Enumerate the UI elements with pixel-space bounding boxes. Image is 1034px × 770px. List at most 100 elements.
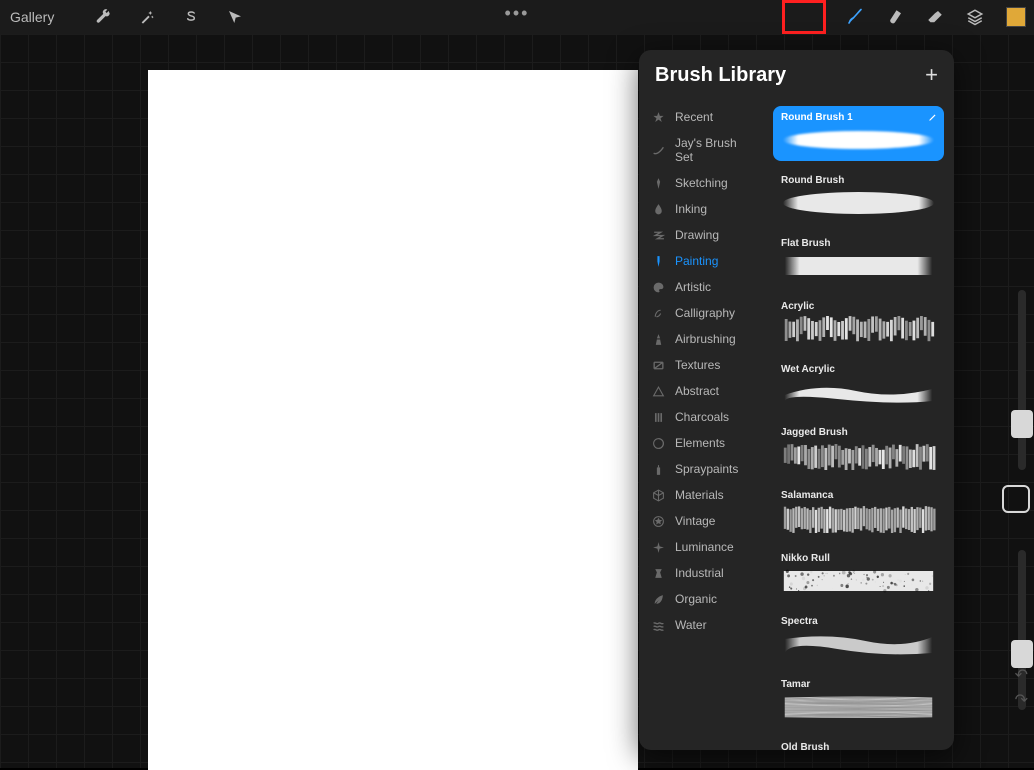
brush-category-drawing[interactable]: Drawing bbox=[639, 222, 769, 248]
brush-wet-acrylic[interactable]: Wet Acrylic bbox=[773, 358, 944, 413]
brush-category-luminance[interactable]: Luminance bbox=[639, 534, 769, 560]
brush-category-list[interactable]: Recent Jay's Brush Set Sketching Inking Draw… bbox=[639, 100, 769, 750]
redo-icon[interactable]: ↷ bbox=[1015, 690, 1028, 710]
brush-name-label: Flat Brush bbox=[781, 238, 936, 249]
industrial-icon bbox=[651, 566, 665, 580]
brush-acrylic[interactable]: Acrylic bbox=[773, 295, 944, 350]
brush-name-label: Jagged Brush bbox=[781, 427, 936, 438]
category-label: Water bbox=[675, 618, 707, 632]
brush-name-label: Tamar bbox=[781, 679, 936, 690]
brush-name-label: Round Brush bbox=[781, 175, 936, 186]
airbrush-icon bbox=[651, 332, 665, 346]
cube-icon bbox=[651, 488, 665, 502]
canvas[interactable] bbox=[148, 70, 638, 770]
brush-category-recent[interactable]: Recent bbox=[639, 104, 769, 130]
eraser-tool-icon[interactable] bbox=[926, 8, 944, 26]
selection-s-icon[interactable] bbox=[182, 8, 200, 26]
waves-icon bbox=[651, 618, 665, 632]
category-label: Luminance bbox=[675, 540, 734, 554]
brush-category-water[interactable]: Water bbox=[639, 612, 769, 638]
cursor-icon[interactable] bbox=[226, 8, 244, 26]
brush-category-organic[interactable]: Organic bbox=[639, 586, 769, 612]
bars-icon bbox=[651, 410, 665, 424]
brush-name-label: Nikko Rull bbox=[781, 553, 936, 564]
category-label: Painting bbox=[675, 254, 718, 268]
brush-library-panel: Brush Library + RecentJay's Brush SetSke… bbox=[639, 50, 954, 750]
add-brush-button[interactable]: + bbox=[925, 62, 938, 88]
brush-round-brush[interactable]: Round Brush bbox=[773, 169, 944, 224]
brush-jagged-brush[interactable]: Jagged Brush bbox=[773, 421, 944, 476]
brush-category-inking[interactable]: Inking bbox=[639, 196, 769, 222]
brush-name-label: Old Brush bbox=[781, 742, 936, 750]
zigzag-icon bbox=[651, 228, 665, 242]
opacity-thumb[interactable] bbox=[1011, 640, 1033, 668]
category-label: Inking bbox=[675, 202, 707, 216]
leaf-icon bbox=[651, 592, 665, 606]
brush-list[interactable]: Round Brush 1 Round Brush Flat Brush Acryli… bbox=[769, 100, 954, 750]
wand-icon[interactable] bbox=[138, 8, 156, 26]
brush-category-vintage[interactable]: Vintage bbox=[639, 508, 769, 534]
side-rail: ↶ ↷ bbox=[994, 60, 1034, 768]
pencil-icon bbox=[651, 176, 665, 190]
category-label: Airbrushing bbox=[675, 332, 736, 346]
category-label: Materials bbox=[675, 488, 724, 502]
brush-flat-brush[interactable]: Flat Brush bbox=[773, 232, 944, 287]
category-label: Organic bbox=[675, 592, 717, 606]
category-label: Artistic bbox=[675, 280, 711, 294]
brush-category-calligraphy[interactable]: Calligraphy bbox=[639, 300, 769, 326]
brush-category-sketching[interactable]: Sketching bbox=[639, 170, 769, 196]
brush-old-brush[interactable]: Old Brush bbox=[773, 736, 944, 750]
layers-icon[interactable] bbox=[966, 8, 984, 26]
brush-name-label: Wet Acrylic bbox=[781, 364, 936, 375]
brush-tool-icon[interactable] bbox=[846, 8, 864, 26]
brush-category-abstract[interactable]: Abstract bbox=[639, 378, 769, 404]
brush-category-airbrushing[interactable]: Airbrushing bbox=[639, 326, 769, 352]
brush-category-materials[interactable]: Materials bbox=[639, 482, 769, 508]
brush-icon bbox=[651, 254, 665, 268]
wrench-icon[interactable] bbox=[94, 8, 112, 26]
edit-brush-icon[interactable] bbox=[928, 112, 938, 122]
starcircle-icon bbox=[651, 514, 665, 528]
gallery-button[interactable]: Gallery bbox=[10, 9, 54, 25]
triangle-icon bbox=[651, 384, 665, 398]
brush-category-elements[interactable]: Elements bbox=[639, 430, 769, 456]
palette-icon bbox=[651, 280, 665, 294]
undo-icon[interactable]: ↶ bbox=[1015, 665, 1028, 685]
drop-icon bbox=[651, 202, 665, 216]
opacity-slider[interactable] bbox=[1018, 550, 1026, 710]
brush-name-label: Salamanca bbox=[781, 490, 936, 501]
color-swatch[interactable] bbox=[1006, 7, 1026, 27]
brush-category-industrial[interactable]: Industrial bbox=[639, 560, 769, 586]
brush-category-textures[interactable]: Textures bbox=[639, 352, 769, 378]
brush-nikko-rull[interactable]: Nikko Rull bbox=[773, 547, 944, 602]
sparkle-icon bbox=[651, 540, 665, 554]
brush-category-charcoals[interactable]: Charcoals bbox=[639, 404, 769, 430]
category-label: Textures bbox=[675, 358, 720, 372]
tutorial-highlight-box bbox=[782, 0, 826, 34]
color-picker-indicator[interactable] bbox=[1002, 485, 1030, 513]
category-label: Charcoals bbox=[675, 410, 729, 424]
brush-category-spraypaints[interactable]: Spraypaints bbox=[639, 456, 769, 482]
smudge-tool-icon[interactable] bbox=[886, 8, 904, 26]
category-label: Industrial bbox=[675, 566, 724, 580]
category-label: Recent bbox=[675, 110, 713, 124]
brush-category-artistic[interactable]: Artistic bbox=[639, 274, 769, 300]
brush-name-label: Spectra bbox=[781, 616, 936, 627]
category-label: Jay's Brush Set bbox=[675, 136, 757, 164]
overflow-dots-icon[interactable]: ••• bbox=[505, 3, 530, 24]
brush-size-slider[interactable] bbox=[1018, 290, 1026, 470]
brush-spectra[interactable]: Spectra bbox=[773, 610, 944, 665]
brush-category-jay-s-brush-set[interactable]: Jay's Brush Set bbox=[639, 130, 769, 170]
brush-name-label: Acrylic bbox=[781, 301, 936, 312]
category-label: Sketching bbox=[675, 176, 728, 190]
brush-category-painting[interactable]: Painting bbox=[639, 248, 769, 274]
category-label: Calligraphy bbox=[675, 306, 735, 320]
brush-tamar[interactable]: Tamar bbox=[773, 673, 944, 728]
brush-salamanca[interactable]: Salamanca bbox=[773, 484, 944, 539]
category-label: Spraypaints bbox=[675, 462, 738, 476]
brush-size-thumb[interactable] bbox=[1011, 410, 1033, 438]
brush-round-brush-1[interactable]: Round Brush 1 bbox=[773, 106, 944, 161]
category-label: Abstract bbox=[675, 384, 719, 398]
calligraphy-icon bbox=[651, 306, 665, 320]
texture-icon bbox=[651, 358, 665, 372]
